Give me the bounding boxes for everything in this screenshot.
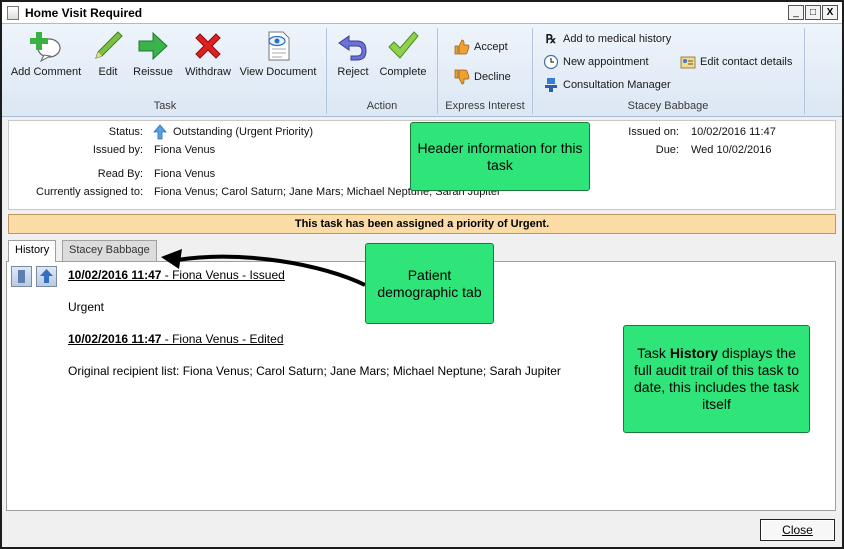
undo-arrow-icon (337, 30, 369, 62)
history-entry-body: Urgent (68, 300, 105, 314)
tab-patient-demographics[interactable]: Stacey Babbage (62, 240, 157, 261)
add-to-medical-history-label: Add to medical history (563, 33, 672, 45)
read-by-value: Fiona Venus (154, 168, 216, 180)
document-icon (7, 6, 19, 20)
decline-button[interactable]: Decline (454, 68, 511, 86)
scroll-up-button[interactable] (36, 266, 57, 287)
tab-history[interactable]: History (8, 240, 57, 262)
complete-button[interactable]: Complete (376, 30, 430, 78)
consultation-icon (543, 77, 559, 93)
new-appointment-button[interactable]: New appointment (543, 53, 649, 71)
reject-button[interactable]: Reject (334, 30, 372, 78)
decline-label: Decline (474, 71, 511, 83)
assigned-to-label: Currently assigned to: (36, 186, 143, 198)
add-comment-button[interactable]: Add Comment (10, 30, 82, 78)
edit-contact-details-button[interactable]: Edit contact details (680, 53, 792, 71)
edit-button[interactable]: Edit (90, 30, 126, 78)
add-to-medical-history-button[interactable]: ℞ Add to medical history (543, 30, 672, 48)
title-bar: Home Visit Required _ □ X (2, 2, 842, 24)
edit-contact-details-label: Edit contact details (700, 56, 793, 68)
history-entry-heading: 10/02/2016 11:47 - Fiona Venus - Edited (68, 332, 284, 346)
add-comment-icon (30, 30, 62, 63)
add-comment-label: Add Comment (10, 66, 82, 78)
ribbon-separator (326, 28, 327, 114)
arrow-up-icon (40, 269, 53, 283)
accept-label: Accept (474, 41, 508, 53)
reissue-button[interactable]: Reissue (130, 30, 176, 78)
complete-label: Complete (379, 66, 427, 78)
maximize-button[interactable]: □ (805, 5, 821, 20)
consultation-manager-button[interactable]: Consultation Manager (543, 76, 671, 94)
reject-label: Reject (337, 66, 369, 78)
withdraw-button[interactable]: Withdraw (180, 30, 236, 78)
window-title: Home Visit Required (25, 6, 143, 20)
accept-button[interactable]: Accept (454, 38, 508, 56)
callout-patient-tab: Patient demographic tab (365, 243, 494, 324)
edit-label: Edit (98, 66, 118, 78)
history-entry-timestamp: 10/02/2016 11:47 (68, 332, 162, 346)
view-document-label: View Document (239, 66, 317, 78)
thumbs-down-icon (454, 69, 470, 85)
history-entry-title: - Fiona Venus - Edited (161, 332, 284, 346)
arrow-down-icon (18, 270, 25, 283)
minimize-button[interactable]: _ (788, 5, 804, 20)
issued-by-value: Fiona Venus (154, 144, 216, 156)
read-by-label: Read By: (97, 168, 143, 180)
ribbon-separator (804, 28, 805, 114)
status-arrow-icon (153, 124, 167, 143)
new-appointment-label: New appointment (563, 56, 649, 68)
status-value: Outstanding (Urgent Priority) (173, 126, 313, 138)
patient-group-label: Stacey Babbage (627, 100, 709, 112)
action-group-label: Action (366, 100, 398, 112)
history-entry-heading: 10/02/2016 11:47 - Fiona Venus - Issued (68, 268, 285, 282)
arrow-right-icon (137, 30, 169, 62)
red-cross-icon (192, 30, 224, 62)
rx-icon: ℞ (545, 32, 557, 47)
history-entry-title: - Fiona Venus - Issued (161, 268, 285, 282)
issued-by-label: Issued by: (92, 144, 143, 156)
issued-on-value: 10/02/2016 11:47 (691, 126, 776, 138)
contact-card-icon (680, 54, 696, 70)
callout-task-history: Task History displays the full audit tra… (623, 325, 810, 433)
consultation-manager-label: Consultation Manager (563, 79, 671, 91)
scroll-down-button[interactable] (11, 266, 32, 287)
priority-banner: This task has been assigned a priority o… (8, 214, 836, 234)
thumbs-up-icon (454, 39, 470, 55)
task-group-label: Task (153, 100, 177, 112)
callout-header-info: Header information for this task (410, 122, 590, 191)
ribbon-toolbar: Add Comment Edit Reissue Withdraw View D… (2, 24, 842, 117)
clock-icon (543, 54, 559, 70)
check-icon (387, 30, 419, 62)
task-window: Home Visit Required _ □ X Add Comment Ed… (0, 0, 844, 549)
express-interest-group-label: Express Interest (445, 100, 525, 112)
callout-history-pre: Task (637, 345, 670, 361)
view-document-button[interactable]: View Document (238, 30, 318, 78)
history-entry-body: Original recipient list: Fiona Venus; Ca… (68, 364, 561, 378)
close-window-button[interactable]: X (822, 5, 838, 20)
reissue-label: Reissue (133, 66, 173, 78)
close-button[interactable]: Close (760, 519, 835, 541)
pencil-icon (92, 30, 124, 62)
withdraw-label: Withdraw (185, 66, 231, 78)
due-value: Wed 10/02/2016 (691, 144, 772, 156)
callout-history-bold: History (669, 345, 719, 361)
status-label: Status: (108, 126, 143, 138)
view-document-icon (262, 30, 294, 62)
history-entry-timestamp: 10/02/2016 11:47 (68, 268, 162, 282)
